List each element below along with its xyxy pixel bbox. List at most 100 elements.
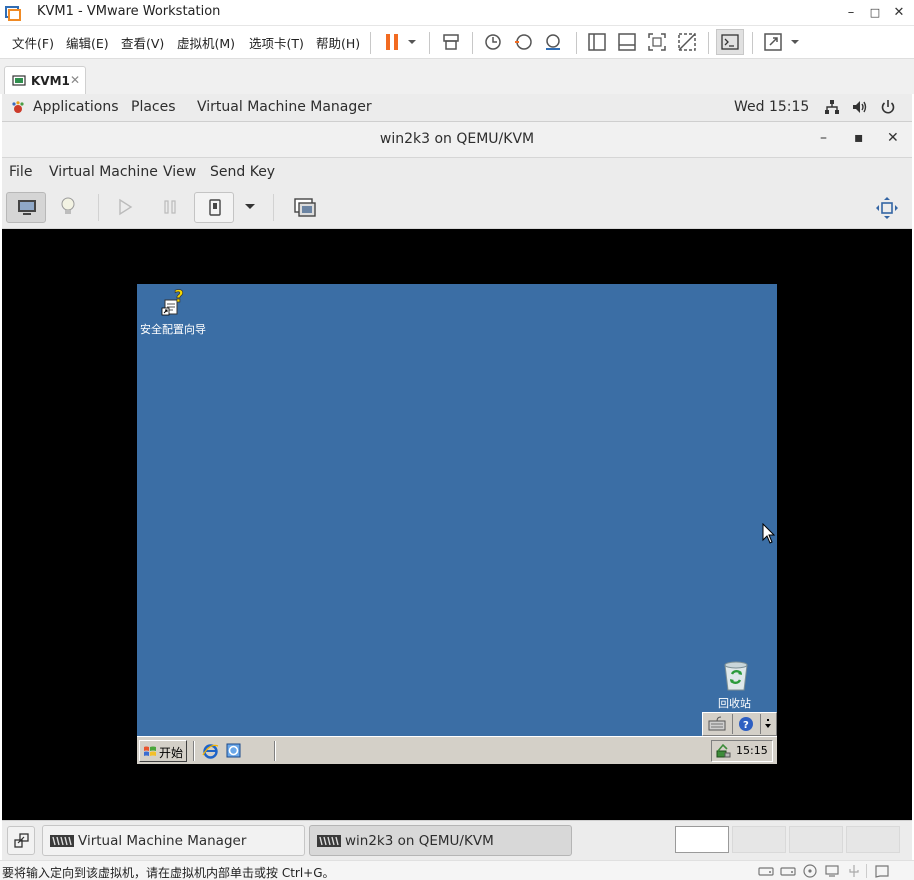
power-plug-icon (209, 199, 221, 216)
help-icon[interactable]: ? (738, 716, 754, 732)
chevron-down-icon[interactable] (243, 200, 257, 214)
network-adapter-icon[interactable] (824, 864, 840, 878)
menu-vm[interactable]: 虚拟机(M) (177, 33, 235, 52)
menu-tabs[interactable]: 选项卡(T) (249, 33, 304, 52)
close-button[interactable]: ✕ (890, 4, 908, 22)
cd-rom-icon[interactable] (802, 864, 818, 878)
places-menu[interactable]: Places (131, 99, 176, 115)
snapshot-icon[interactable] (482, 31, 504, 53)
resize-to-vm-icon[interactable] (875, 196, 899, 220)
clock[interactable]: Wed 15:15 (734, 99, 809, 115)
vm-console[interactable]: ? 安全配置向导 回收站 ? 开始 15:15 (2, 229, 912, 820)
security-wizard-icon-image: ? (161, 288, 184, 316)
guest-desktop[interactable]: ? 安全配置向导 回收站 ? 开始 15:15 (137, 284, 777, 764)
maximize-button[interactable]: □ (866, 4, 884, 22)
lightbulb-icon[interactable] (60, 196, 76, 218)
start-button[interactable]: 开始 (139, 740, 187, 762)
security-wizard-icon[interactable]: ? (159, 288, 189, 320)
terminal-icon (721, 34, 739, 50)
internet-explorer-icon[interactable] (202, 743, 219, 760)
guest-clock[interactable]: 15:15 (736, 744, 768, 757)
workspace-1[interactable] (675, 826, 729, 853)
console-view-toggle[interactable] (716, 29, 744, 55)
viewer-minimize-button[interactable]: – (820, 130, 827, 146)
volume-icon[interactable] (851, 99, 869, 115)
viewer-menu-file[interactable]: File (9, 164, 32, 180)
menu-view[interactable]: 查看(V) (121, 33, 164, 52)
workspace-2[interactable] (732, 826, 786, 853)
show-desktop-button[interactable] (7, 826, 35, 855)
power-icon[interactable] (880, 99, 896, 115)
toolbar-separator (370, 32, 371, 54)
toolbar-separator (472, 32, 473, 54)
recycle-bin-icon[interactable] (721, 660, 751, 692)
usb-icon[interactable] (846, 864, 862, 878)
virt-manager-icon (317, 835, 341, 847)
viewer-close-button[interactable]: ✕ (887, 130, 899, 146)
hard-disk-icon[interactable] (780, 864, 796, 878)
viewer-titlebar: win2k3 on QEMU/KVM – ▪ ✕ (2, 122, 912, 158)
vm-icon (12, 75, 26, 86)
gnome-bottom-panel: Virtual Machine Manager win2k3 on QEMU/K… (2, 820, 912, 860)
task-win2k3-viewer[interactable]: win2k3 on QEMU/KVM (309, 825, 572, 856)
fullscreen-icon[interactable] (646, 31, 668, 53)
viewer-menu-send-key[interactable]: Send Key (210, 164, 275, 180)
toolbar-separator (273, 194, 274, 221)
viewer-title: win2k3 on QEMU/KVM (379, 131, 535, 147)
toolbar-separator (708, 32, 709, 54)
network-icon[interactable] (824, 99, 840, 115)
hard-disk-icon[interactable] (758, 864, 774, 878)
system-tray: 15:15 (711, 740, 773, 762)
workspace-4[interactable] (846, 826, 900, 853)
shutdown-button[interactable] (194, 192, 234, 223)
viewer-menu-view[interactable]: View (163, 164, 196, 180)
send-ctrl-alt-del-icon[interactable] (440, 31, 462, 53)
virtual-machine-manager-menu[interactable]: Virtual Machine Manager (197, 99, 372, 115)
tab-close-icon[interactable]: ✕ (70, 73, 80, 87)
show-console-button[interactable] (6, 192, 46, 223)
keyboard-icon (708, 716, 726, 731)
svg-text:?: ? (743, 720, 749, 731)
tab-kvm1[interactable]: KVM1 ✕ (4, 66, 86, 95)
taskbar-separator (274, 741, 276, 761)
show-desktop-icon[interactable] (225, 742, 242, 759)
vmware-titlebar: KVM1 - VMware Workstation – □ ✕ (0, 0, 914, 26)
applications-menu[interactable]: Applications (33, 99, 119, 115)
language-bar[interactable]: ? (702, 712, 777, 736)
sidebar-icon[interactable] (586, 31, 608, 53)
menu-file[interactable]: 文件(F) (12, 33, 54, 52)
viewer-menubar: File Virtual Machine View Send Key (2, 158, 912, 186)
pause-icon[interactable] (381, 31, 403, 53)
vmware-statusbar: 要将输入定向到该虚拟机，请在虚拟机内部单击或按 Ctrl+G。 (0, 860, 914, 880)
unity-icon[interactable] (676, 31, 698, 53)
pause-icon[interactable] (162, 198, 178, 216)
viewer-menu-virtual-machine[interactable]: Virtual Machine (49, 164, 158, 180)
thumbnail-bar-icon[interactable] (616, 31, 638, 53)
toolbar-separator (98, 194, 99, 221)
task-label: Virtual Machine Manager (78, 833, 247, 849)
stretch-icon[interactable] (762, 31, 784, 53)
task-virtual-machine-manager[interactable]: Virtual Machine Manager (42, 825, 305, 856)
workspace-3[interactable] (789, 826, 843, 853)
message-icon[interactable] (874, 864, 890, 878)
snapshot-manager-icon[interactable] (542, 31, 564, 53)
windows-logo-icon (144, 746, 156, 756)
security-wizard-label: 安全配置向导 (140, 323, 206, 336)
gnome-top-bar: Applications Places Virtual Machine Mana… (2, 94, 912, 122)
options-arrow-icon[interactable] (763, 718, 773, 730)
chevron-down-icon[interactable] (401, 31, 423, 53)
menu-help[interactable]: 帮助(H) (316, 33, 360, 52)
vmware-app-icon (5, 6, 21, 21)
revert-snapshot-icon[interactable] (512, 31, 534, 53)
play-icon[interactable] (117, 198, 133, 216)
toolbar-separator (429, 32, 430, 54)
minimize-button[interactable]: – (842, 4, 860, 22)
network-status-icon[interactable] (715, 743, 731, 759)
viewer-maximize-button[interactable]: ▪ (854, 130, 864, 146)
gnome-foot-icon (12, 101, 24, 113)
snapshots-icon[interactable] (293, 197, 317, 219)
chevron-down-icon[interactable] (784, 31, 806, 53)
quicklaunch-separator (193, 741, 195, 761)
show-desktop-icon (14, 833, 29, 848)
menu-edit[interactable]: 编辑(E) (66, 33, 109, 52)
